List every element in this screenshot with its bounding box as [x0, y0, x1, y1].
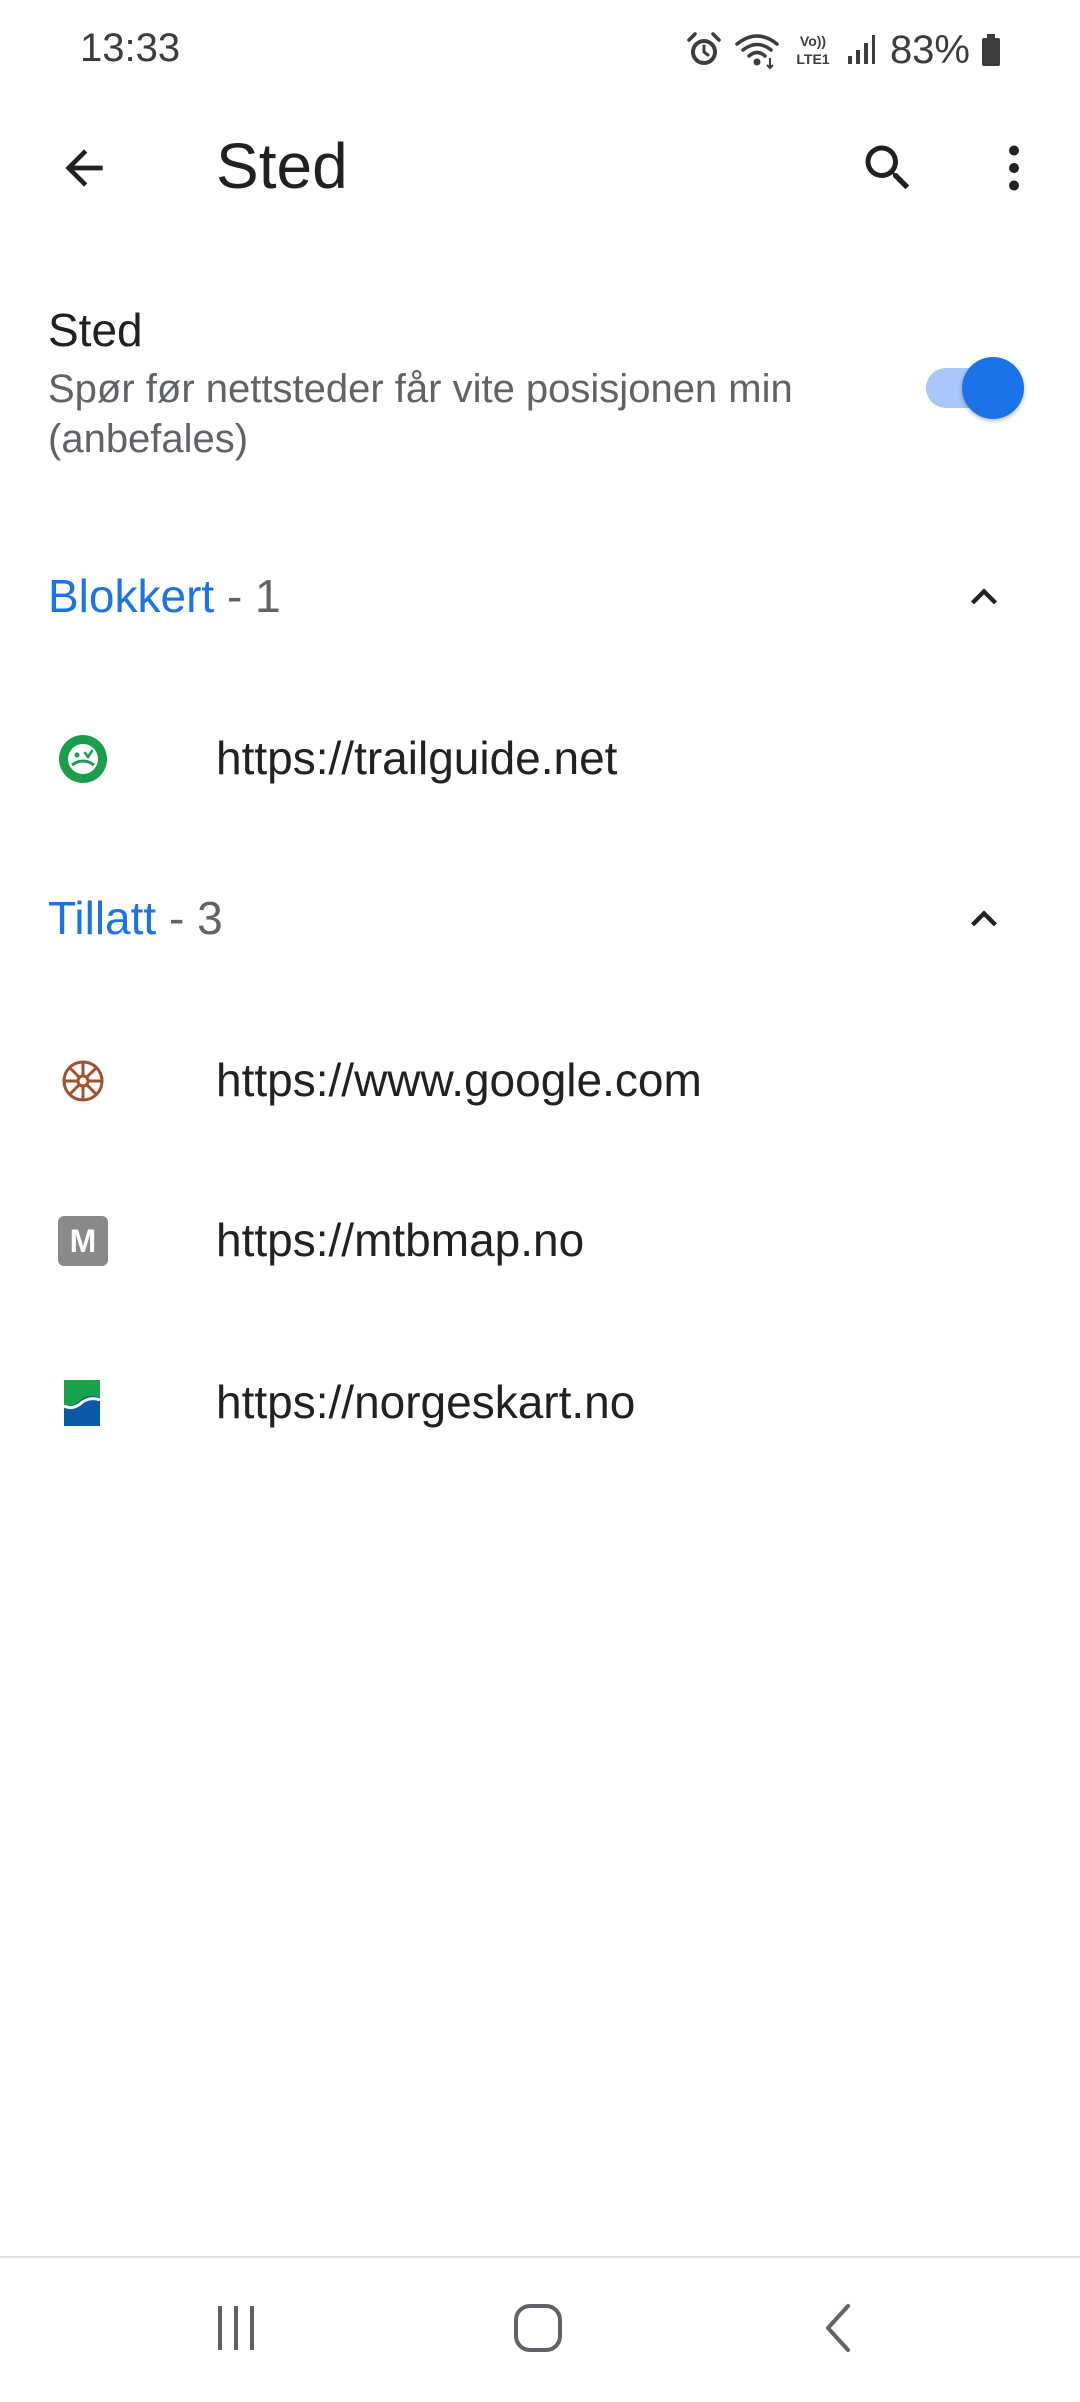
site-url: https://www.google.com	[216, 1054, 702, 1106]
battery-percent: 83%	[889, 27, 970, 72]
status-time: 13:33	[80, 26, 181, 70]
location-toggle[interactable]	[926, 350, 1024, 426]
allowed-section-header[interactable]: Tillatt - 3	[0, 864, 1080, 974]
site-row-mtbmap[interactable]: M https://mtbmap.no	[0, 1160, 1080, 1320]
allowed-section-name: Tillatt	[48, 892, 157, 944]
system-back-button[interactable]	[780, 2278, 900, 2378]
recents-icon	[218, 2306, 254, 2350]
google-favicon	[58, 1056, 108, 1106]
location-setting-title: Sted	[48, 304, 143, 356]
site-row-trailguide[interactable]: https://trailguide.net	[0, 678, 1080, 838]
volte-text-top: Vo))	[800, 33, 826, 49]
arrow-back-icon	[65, 149, 103, 187]
app-bar: Sted	[0, 104, 1080, 224]
blocked-section-count: - 1	[214, 570, 281, 622]
recents-button[interactable]	[176, 2278, 296, 2378]
blocked-section-name: Blokkert	[48, 570, 215, 622]
chevron-up-icon	[971, 910, 997, 927]
alarm-icon	[687, 32, 721, 65]
search-icon	[865, 145, 910, 190]
battery-icon	[982, 34, 1000, 66]
more-vert-icon	[1009, 145, 1019, 191]
status-icons: Vo)) LTE1 83%	[684, 22, 1002, 78]
allowed-section-label: Tillatt - 3	[48, 888, 223, 948]
page-title: Sted	[216, 130, 348, 202]
more-options-button[interactable]	[966, 120, 1062, 216]
home-button[interactable]	[478, 2278, 598, 2378]
collapse-allowed-button[interactable]	[944, 884, 1024, 954]
back-icon	[826, 2304, 850, 2352]
back-button[interactable]	[36, 120, 132, 216]
status-bar: 13:33 Vo)) LTE1 83%	[0, 0, 1080, 104]
search-button[interactable]	[840, 120, 936, 216]
signal-icon	[847, 35, 875, 64]
location-setting-row[interactable]: Sted Spør før nettsteder får vite posisj…	[0, 290, 1080, 480]
allowed-section-count: - 3	[156, 892, 223, 944]
blocked-section-header[interactable]: Blokkert - 1	[0, 542, 1080, 652]
toggle-thumb	[962, 357, 1024, 419]
site-row-google[interactable]: https://www.google.com	[0, 1000, 1080, 1160]
site-url: https://mtbmap.no	[216, 1214, 585, 1266]
site-url: https://trailguide.net	[216, 732, 618, 784]
wifi-icon	[735, 34, 779, 70]
volte-text-bottom: LTE1	[796, 51, 829, 67]
collapse-blocked-button[interactable]	[944, 562, 1024, 632]
blocked-section-label: Blokkert - 1	[48, 566, 281, 626]
chevron-up-icon	[971, 588, 997, 605]
trailguide-favicon	[58, 734, 108, 784]
home-icon	[514, 2304, 562, 2352]
system-navigation-bar	[0, 2256, 1080, 2402]
site-row-norgeskart[interactable]: https://norgeskart.no	[0, 1322, 1080, 1482]
mtbmap-favicon: M	[58, 1216, 108, 1266]
volte-icon: Vo)) LTE1	[796, 33, 829, 67]
site-url: https://norgeskart.no	[216, 1376, 636, 1428]
norgeskart-favicon	[58, 1378, 108, 1428]
location-setting-summary: Spør før nettsteder får vite posisjonen …	[48, 367, 793, 461]
